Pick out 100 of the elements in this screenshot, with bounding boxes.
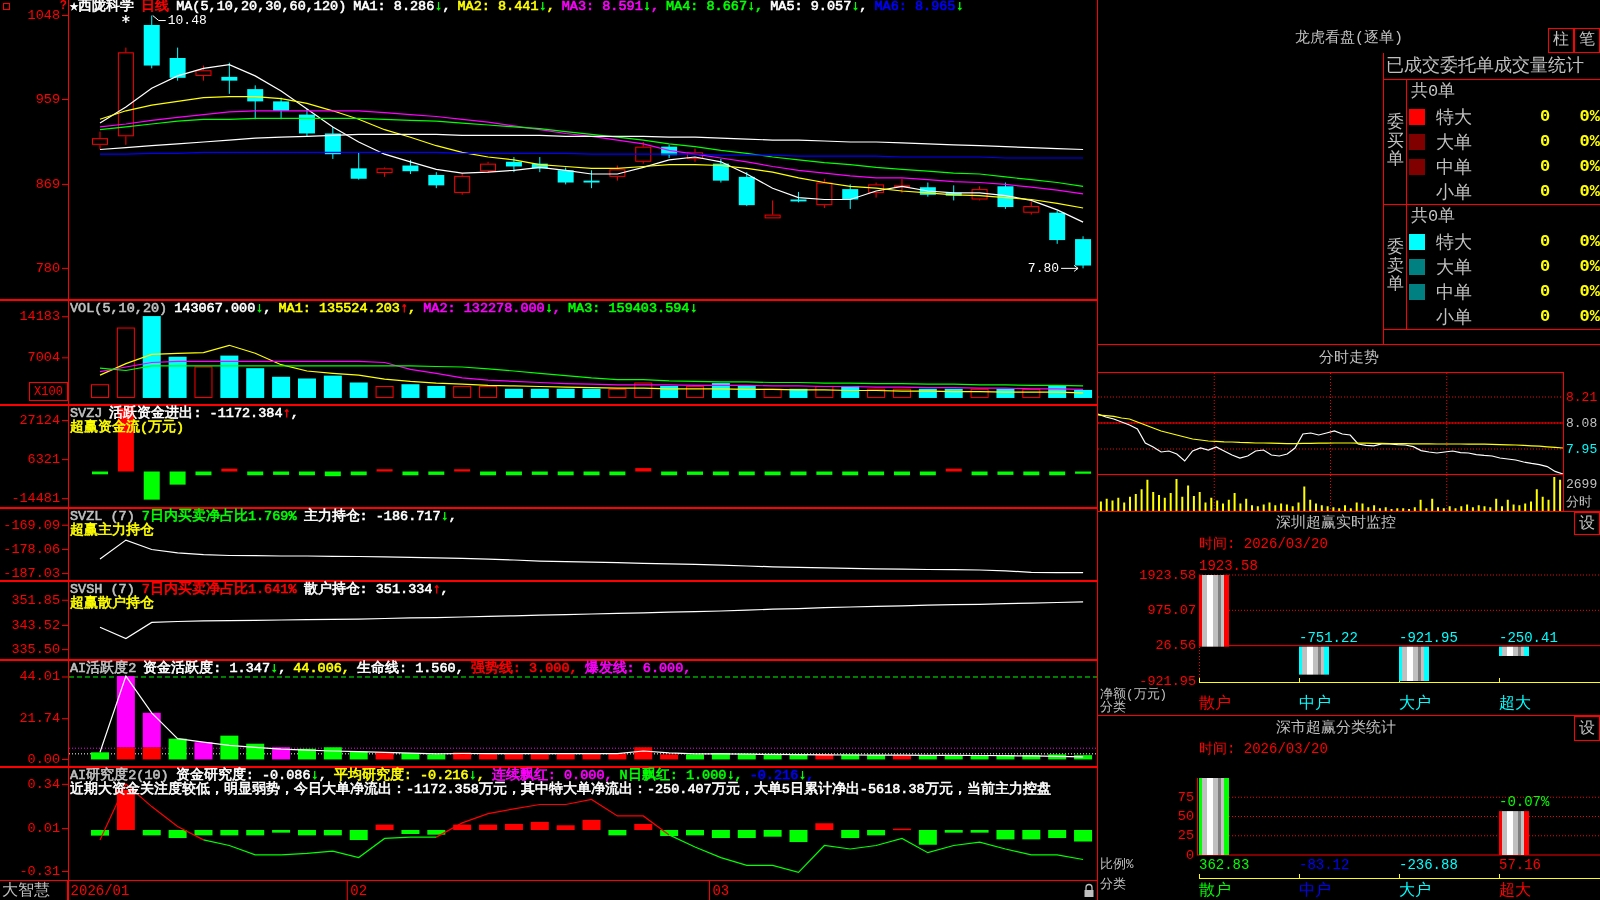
axis-tick-label: 869 (35, 176, 60, 192)
axis-tick-label: -169.09 (3, 517, 60, 533)
group-total: 共0单 (1411, 81, 1456, 103)
order-count: 0 (1539, 282, 1551, 301)
order-size-label: 特大 (1436, 106, 1472, 129)
chart-header-text: 散户持仓: 351.334↑, (303, 583, 449, 597)
category-label: 超大 (1499, 695, 1531, 713)
chart-header-text: 爆发线: 6.000, (584, 662, 692, 676)
axis-tick-label: 0.01 (27, 821, 60, 837)
group-label: 委卖单 (1386, 238, 1404, 296)
axis-tick-label: 26.56 (1155, 638, 1196, 654)
order-share: 0% (1579, 257, 1600, 276)
category-label: 中户 (1299, 882, 1331, 900)
amount-label: 57.16 (1499, 857, 1541, 873)
axis-tick-label: 0 (1185, 847, 1194, 863)
axis-tick-label: 780 (35, 260, 60, 276)
chart-header-text: MA3: 8.591↓, (561, 0, 659, 14)
panel-title: 深市超赢分类统计 (1276, 719, 1396, 738)
order-size-label: 特大 (1436, 231, 1472, 254)
order-size-label: 小单 (1436, 306, 1472, 329)
category-label: 中户 (1299, 695, 1331, 713)
group-total: 共0单 (1411, 206, 1456, 228)
indicator-name: AI活跃度2 (70, 662, 137, 676)
axis-tick-label: 975.07 (1147, 602, 1196, 618)
indicator-name: VOL(5,10,20) (70, 302, 168, 316)
category-label: 大户 (1399, 882, 1431, 900)
order-count: 0 (1539, 257, 1551, 276)
brand-label: 大智慧 (2, 881, 50, 900)
axis-tick-label: 7.95 (1566, 441, 1598, 457)
chart-header-text: MA3: 159403.594↓ (567, 302, 698, 316)
category-label: 大户 (1399, 695, 1431, 713)
bar-value-label: 1923.58 (1199, 558, 1258, 574)
order-count: 0 (1539, 307, 1551, 326)
amount-label: 362.83 (1199, 857, 1250, 873)
axis-tick-label: 14183 (19, 309, 60, 325)
order-share: 0% (1579, 182, 1600, 201)
amount-label: -236.88 (1399, 857, 1458, 873)
axis-tick-label: 6321 (27, 452, 60, 468)
price-label: 7.80 (1027, 260, 1079, 276)
bar-value-label: -921.95 (1399, 629, 1458, 646)
chart-annotation: -0.07% (1499, 794, 1550, 811)
chart-header-text: MA4: 8.667↓, (666, 0, 764, 14)
date-label: 02 (350, 883, 368, 899)
price-label: 10.48 (152, 13, 207, 29)
panel-title: 深圳超赢实时监控 (1276, 514, 1396, 533)
annotation: 10.48 (167, 13, 207, 29)
bar-value-label: -250.41 (1499, 629, 1558, 646)
chart-header-text: MA5: 9.057↓, (770, 0, 868, 14)
order-size-label: 中单 (1436, 156, 1472, 179)
chart-header-text: 超赢主力持仓 (70, 524, 154, 538)
axis-tick-label: 351.85 (11, 592, 60, 608)
amount-label: -83.12 (1299, 857, 1350, 873)
axis-title: 比例% (1100, 858, 1134, 872)
order-size-label: 大单 (1436, 131, 1472, 154)
axis-title: 净额(万元) (1100, 688, 1167, 702)
axis-tick-label: 343.52 (11, 617, 60, 633)
axis-tick-label: 25 (1177, 828, 1194, 844)
chart-header-text: 超赢散户持仓 (70, 597, 154, 611)
bar-value-label: -751.22 (1299, 629, 1358, 646)
axis-tick-label: 0.34 (27, 776, 60, 792)
chart-header-text: MA1: 135524.203↑, (278, 302, 417, 316)
order-size-label: 小单 (1436, 181, 1472, 204)
panel-title: 分时走势 (1319, 348, 1379, 369)
category-label: 散户 (1199, 695, 1231, 713)
group-label: 委买单 (1386, 113, 1404, 171)
axis-title: 分类 (1100, 878, 1126, 892)
chart-header-text: MA2: 8.441↓, (457, 0, 555, 14)
axis-tick-label: 0.00 (27, 751, 60, 766)
chart-header-text: MA2: 132278.000↓, (423, 302, 561, 316)
axis-tick-label: 75 (1177, 789, 1194, 805)
order-share: 0% (1579, 132, 1600, 151)
order-count: 0 (1539, 232, 1551, 251)
order-share: 0% (1579, 107, 1600, 126)
axis-tick-label: -178.06 (3, 541, 60, 557)
chart-header-text: 7日内买卖净占比1.641% (141, 583, 297, 597)
axis-tick-label: 8.21 (1566, 389, 1598, 405)
axis-tick-label: 21.74 (19, 711, 60, 727)
axis-tick-label: 335.50 (11, 642, 60, 658)
date-label: 时间: 2026/03/20 (1199, 741, 1328, 758)
order-share: 0% (1579, 232, 1600, 251)
axis-tick-label: -14481 (11, 491, 60, 507)
chart-header-text: 生命线: 1.560, (356, 662, 464, 676)
chart-header-text: MA1: 8.286↓, (353, 0, 451, 14)
volume-scale-label: 2699 (1566, 476, 1598, 492)
table-title: 已成交委托单成交量统计 (1384, 53, 1600, 80)
order-count: 0 (1539, 157, 1551, 176)
chart-header-text: MA6: 8.965↓ (874, 0, 964, 14)
order-share: 0% (1579, 282, 1600, 301)
panel-title: 龙虎看盘(逐单) (1295, 30, 1403, 48)
order-size-label: 大单 (1436, 256, 1472, 279)
axis-tick-label: 8.08 (1566, 415, 1598, 431)
axis-tick-label: -921.95 (1139, 673, 1196, 689)
axis-tick-label: 1048 (27, 8, 60, 24)
chart-header-text: 7日内买卖净占比1.769% (141, 510, 297, 524)
chart-header-text: 资金活跃度: 1.347↓, (143, 662, 287, 676)
axis-tick-label: 50 (1177, 809, 1194, 824)
axis-tick-label: 44.01 (19, 669, 60, 685)
date-label: 2026/01 (70, 883, 130, 899)
order-count: 0 (1539, 107, 1551, 126)
chart-header-text: 44.006, (293, 662, 350, 676)
